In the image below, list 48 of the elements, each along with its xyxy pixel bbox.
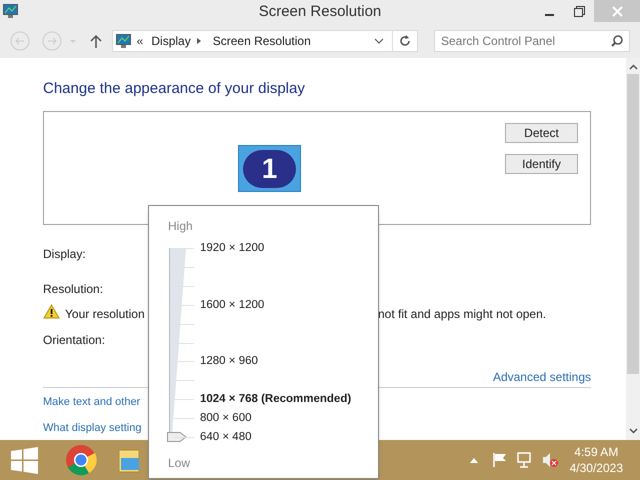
- breadcrumb-overflow[interactable]: «: [136, 32, 144, 50]
- scrollbar-thumb[interactable]: [627, 74, 639, 374]
- scrollbar[interactable]: [626, 58, 640, 440]
- speaker-muted-icon[interactable]: [542, 452, 558, 468]
- panel-button[interactable]: Detect: [505, 123, 578, 143]
- warning-icon: [43, 304, 60, 319]
- slider-high-label: High: [168, 218, 193, 235]
- monitor-icon: [3, 4, 18, 19]
- text-size-link[interactable]: Make text and other: [43, 394, 140, 410]
- scroll-up-icon[interactable]: [628, 64, 638, 70]
- field-label: Orientation:: [43, 332, 106, 349]
- windows-logo-icon[interactable]: [11, 446, 38, 474]
- breadcrumb[interactable]: Display: [151, 32, 191, 50]
- scroll-down-icon[interactable]: [628, 428, 638, 434]
- resolution-option[interactable]: 800 × 600: [200, 410, 252, 428]
- monitor-icon: [116, 34, 131, 48]
- minimize-icon: [544, 14, 554, 16]
- browser-icon[interactable]: [65, 444, 97, 476]
- display-settings-link[interactable]: What display setting: [43, 420, 142, 436]
- page-heading: Change the appearance of your display: [43, 80, 306, 98]
- monitor-number: 1: [262, 154, 278, 184]
- warning-text: not fit and apps might not open.: [378, 306, 546, 323]
- flag-icon[interactable]: [492, 452, 508, 468]
- refresh-icon[interactable]: [399, 35, 411, 47]
- monitor-thumbnail[interactable]: 1: [238, 145, 301, 192]
- network-icon[interactable]: [516, 452, 533, 468]
- panel-button[interactable]: Identify: [505, 154, 578, 174]
- resolution-option[interactable]: 1920 × 1200: [200, 240, 264, 258]
- advanced-settings-link[interactable]: Advanced settings: [492, 368, 591, 386]
- breadcrumb[interactable]: Screen Resolution: [212, 32, 311, 50]
- address-bar[interactable]: « Display Screen Resolution: [112, 30, 418, 52]
- search-field[interactable]: Search Control Panel: [434, 30, 630, 52]
- slider-low-label: Low: [168, 455, 190, 472]
- resolution-option[interactable]: 640 × 480: [200, 429, 252, 446]
- chevron-down-icon[interactable]: [374, 37, 384, 45]
- warning-text: Your resolution: [65, 306, 145, 323]
- slider-thumb[interactable]: [167, 432, 187, 442]
- field-label: Resolution:: [43, 281, 104, 298]
- maximize-icon: [574, 6, 584, 16]
- resolution-option[interactable]: 1600 × 1200: [200, 296, 264, 314]
- close-icon: [612, 6, 622, 16]
- window-title: Screen Resolution: [258, 2, 382, 22]
- resolution-option[interactable]: 1280 × 960: [200, 353, 258, 371]
- up-arrow-icon[interactable]: [90, 34, 102, 48]
- field-label: Display:: [43, 246, 86, 263]
- resolution-option[interactable]: 1024 × 768 (Recommended): [200, 391, 352, 408]
- search-icon: [611, 35, 623, 47]
- show-hidden-icons-icon[interactable]: [468, 456, 479, 464]
